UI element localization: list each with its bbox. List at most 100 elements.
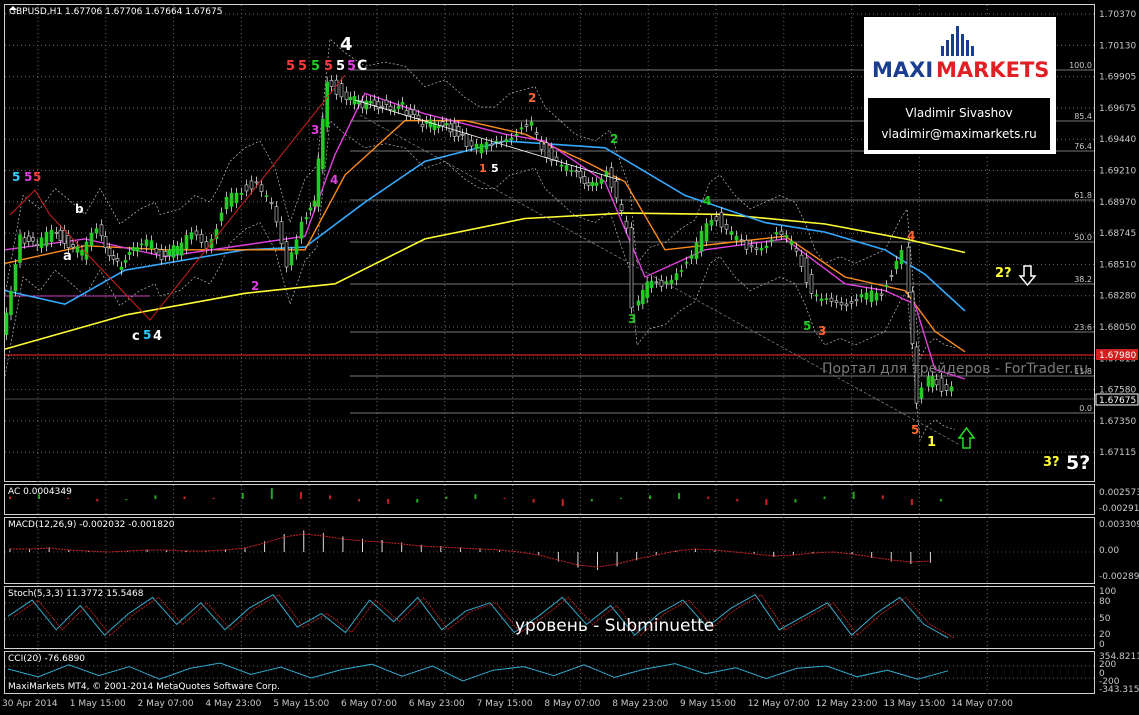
candle-body (899, 250, 904, 265)
candle-body (564, 165, 569, 172)
wave-label: 4 (153, 329, 162, 344)
svg-text:-0.00289: -0.00289 (1099, 572, 1139, 582)
candle-body (884, 285, 889, 288)
chart-window[interactable]: 100.085.476.461.850.038.223.611.80.0 GBP… (0, 0, 1139, 711)
cci-title: CCI(20) -76.6890 (8, 654, 85, 664)
candle-body (259, 184, 264, 192)
candle-body (930, 376, 935, 388)
candle-body (99, 224, 104, 237)
wave-label: 1 (927, 435, 936, 450)
candle-body (460, 133, 465, 136)
candle-body (13, 264, 18, 292)
candle-body (539, 141, 544, 150)
price-tick-label: 1.69210 (1099, 167, 1136, 177)
candle-body (854, 299, 859, 302)
svg-text:0.00: 0.00 (1099, 546, 1119, 556)
candle-body (329, 80, 334, 87)
candle-body (194, 230, 199, 236)
wave-label: 5 (286, 59, 295, 74)
candle-body (348, 96, 353, 101)
candle-body (107, 247, 112, 257)
wave-label: 5 (491, 162, 499, 175)
candle-body (934, 379, 939, 386)
candle-body (641, 289, 645, 305)
candle-body (289, 252, 294, 266)
candle-body (926, 376, 931, 387)
candle-body (254, 181, 259, 184)
candle-body (484, 142, 489, 150)
candle-body (35, 243, 40, 246)
maximarkets-logo: MAXI MARKETS Vladimir Sivashov vladimir@… (864, 17, 1056, 154)
candle-body (325, 81, 329, 128)
candle-body (590, 182, 595, 187)
logo-brand-right: MARKETS (936, 58, 1049, 82)
candle-body (864, 292, 869, 300)
candle-body (594, 182, 599, 186)
candle-body (316, 158, 321, 207)
svg-text:0: 0 (1099, 640, 1105, 650)
candle-body (284, 241, 289, 268)
candle-body (819, 298, 824, 301)
wave-label: 2 (528, 91, 536, 105)
candle-body (744, 239, 749, 250)
candle-body (167, 249, 172, 256)
wave-label: 4 (907, 229, 915, 243)
candle-body (654, 281, 659, 284)
fib-label: 76.4 (1074, 142, 1092, 151)
candle-body (574, 170, 579, 173)
candle-body (304, 217, 309, 220)
svg-text:80: 80 (1099, 597, 1111, 607)
candle-body (440, 121, 445, 127)
candle-body (249, 180, 254, 190)
candle-body (769, 239, 774, 242)
candle-body (619, 204, 624, 211)
candle-body (719, 212, 724, 228)
time-tick-label: 6 May 23:00 (409, 699, 465, 709)
candle-body (464, 133, 469, 147)
price-tick-label: 1.70370 (1099, 10, 1136, 20)
wave-label: c (132, 329, 140, 344)
price-axis: 1.70370 1.70130 1.69905 1.69675 1.69440 1.692… (1099, 10, 1136, 458)
candle-body (636, 300, 641, 306)
wave-label: 2 (251, 279, 259, 293)
macd-title: MACD(12,26,9) -0.002032 -0.001820 (8, 520, 175, 530)
candle-body (448, 123, 453, 133)
candle-body (44, 231, 49, 247)
candle-body (919, 387, 924, 399)
wave-label: 5? (1066, 452, 1090, 474)
candle-body (372, 99, 377, 106)
red-level-label: 1.67980 (1099, 351, 1136, 361)
svg-text:-343.3154: -343.3154 (1099, 685, 1139, 695)
candle-body (729, 231, 734, 236)
candle-body (269, 202, 274, 205)
candle-body (279, 221, 284, 245)
candle-body (321, 118, 325, 170)
candle-body (239, 192, 244, 195)
candle-body (469, 140, 474, 147)
candle-body (514, 133, 519, 136)
candle-body (679, 270, 684, 272)
candle-body (809, 274, 814, 294)
price-tick-label: 1.68510 (1099, 260, 1136, 270)
wave-label: 5 (12, 170, 20, 184)
candle-body (694, 242, 699, 260)
candle-body (759, 247, 764, 251)
candle-body (499, 140, 504, 143)
candle-body (22, 237, 27, 244)
fib-label: 100.0 (1069, 61, 1092, 70)
time-tick-label: 13 May 15:00 (883, 699, 945, 709)
candle-body (408, 109, 413, 116)
candle-body (839, 302, 844, 306)
fib-label: 85.4 (1074, 112, 1092, 121)
candle-body (154, 248, 159, 254)
candle-body (849, 301, 854, 304)
candle-body (364, 100, 369, 110)
candle-body (224, 196, 229, 210)
candle-body (264, 195, 269, 198)
candle-body (804, 257, 809, 283)
candle-body (764, 245, 769, 249)
wave-label: 5 (803, 319, 811, 333)
candle-body (234, 192, 239, 204)
candle-body (910, 291, 915, 345)
candle-body (119, 266, 124, 270)
